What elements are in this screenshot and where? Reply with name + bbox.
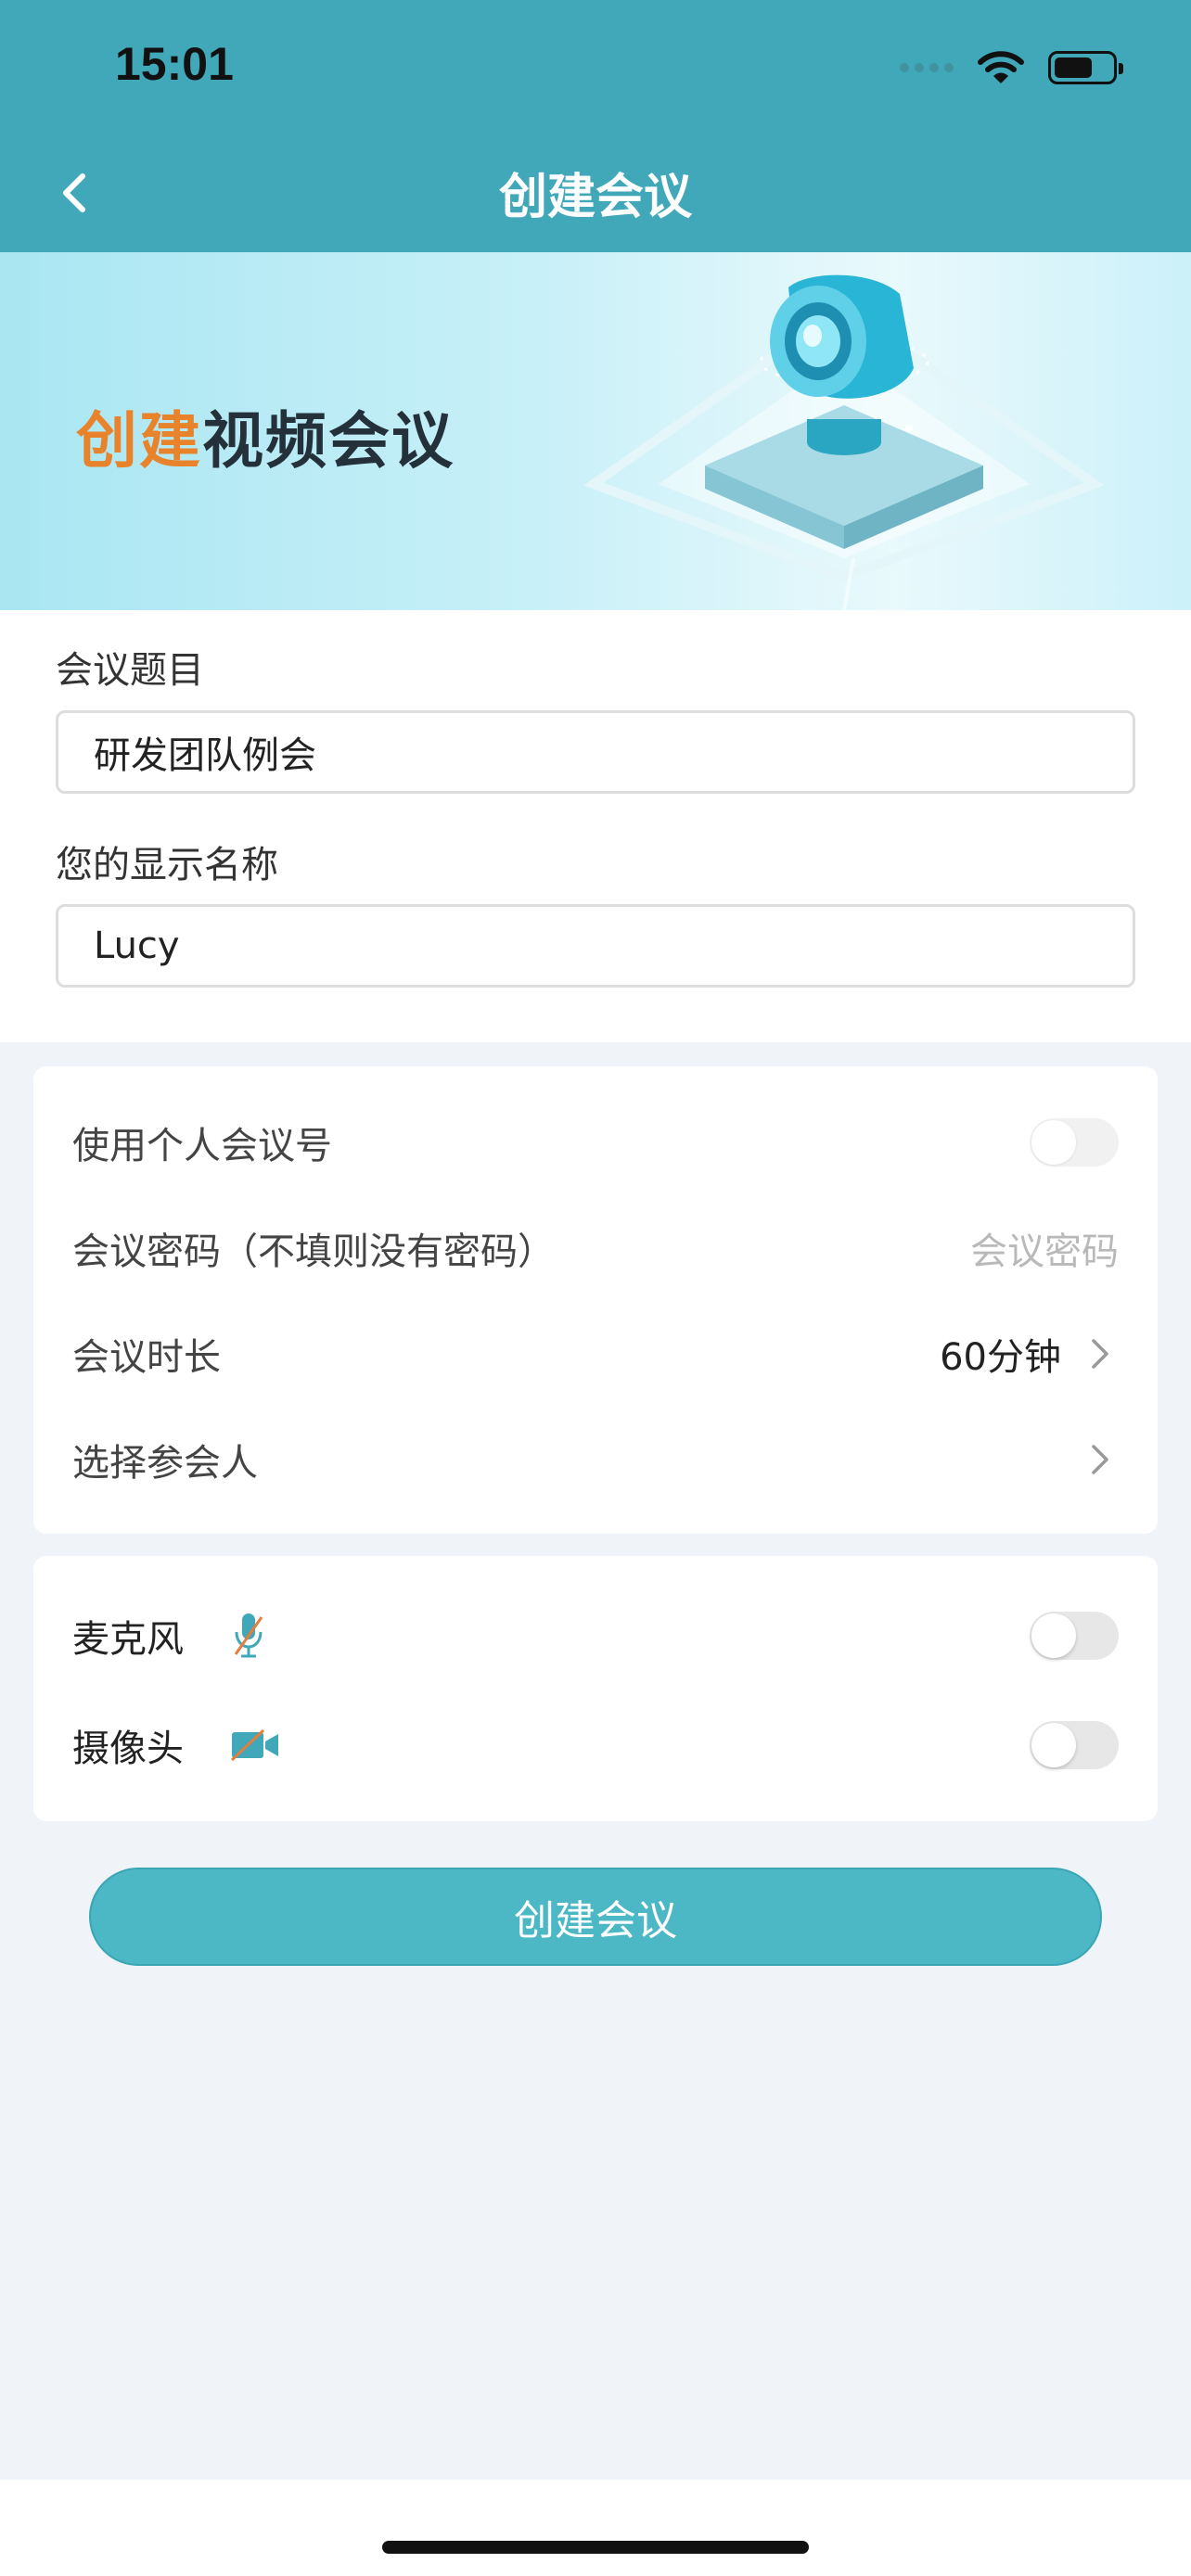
camera-toggle[interactable] bbox=[1030, 1721, 1119, 1769]
password-input[interactable]: 会议密码 bbox=[970, 1221, 1119, 1275]
webcam-illustration bbox=[583, 274, 1105, 610]
display-name-input-value: Lucy bbox=[94, 925, 180, 967]
home-indicator[interactable] bbox=[382, 2541, 809, 2554]
personal-id-toggle[interactable] bbox=[1030, 1118, 1119, 1167]
page-title: 创建会议 bbox=[498, 170, 692, 225]
microphone-off-icon bbox=[234, 1613, 263, 1658]
participants-row[interactable]: 选择参会人 bbox=[72, 1422, 1119, 1497]
battery-icon bbox=[1048, 51, 1123, 84]
banner-title-accent: 创建 bbox=[76, 405, 202, 477]
microphone-toggle[interactable] bbox=[1030, 1612, 1119, 1660]
status-time: 15:01 bbox=[115, 38, 234, 90]
app-header: 15:01 创建会议 bbox=[0, 0, 1191, 252]
microphone-label: 麦克风 bbox=[72, 1618, 184, 1661]
chevron-right-icon bbox=[1082, 1335, 1119, 1372]
microphone-row: 麦克风 bbox=[72, 1599, 1119, 1673]
password-label: 会议密码（不填则没有密码） bbox=[72, 1231, 555, 1273]
chevron-right-icon bbox=[1082, 1441, 1119, 1478]
camera-off-icon bbox=[230, 1728, 278, 1762]
display-name-input[interactable]: Lucy bbox=[56, 904, 1135, 988]
home-indicator-area bbox=[0, 2480, 1191, 2576]
display-name-label: 您的显示名称 bbox=[56, 844, 278, 886]
personal-id-label: 使用个人会议号 bbox=[72, 1125, 332, 1167]
participants-label: 选择参会人 bbox=[72, 1442, 258, 1485]
wifi-icon bbox=[978, 51, 1024, 83]
topic-input-value: 研发团队例会 bbox=[94, 734, 316, 777]
topic-label: 会议题目 bbox=[56, 649, 204, 692]
personal-id-row: 使用个人会议号 bbox=[72, 1105, 1119, 1180]
banner: 创建视频会议 bbox=[0, 252, 1191, 610]
cellular-signal-icon bbox=[900, 63, 954, 72]
duration-row[interactable]: 会议时长 60分钟 bbox=[72, 1317, 1119, 1391]
meeting-form: 会议题目 研发团队例会 您的显示名称 Lucy bbox=[0, 610, 1191, 1042]
camera-label: 摄像头 bbox=[72, 1728, 184, 1770]
banner-title: 创建视频会议 bbox=[76, 391, 455, 480]
duration-value: 60分钟 bbox=[940, 1336, 1061, 1379]
device-settings-card: 麦克风 摄像头 bbox=[33, 1556, 1158, 1821]
status-icons bbox=[900, 45, 1123, 91]
camera-row: 摄像头 bbox=[72, 1708, 1119, 1782]
banner-title-rest: 视频会议 bbox=[202, 405, 455, 477]
meeting-settings-card: 使用个人会议号 会议密码（不填则没有密码） 会议密码 会议时长 60分钟 选择参… bbox=[33, 1066, 1158, 1534]
create-meeting-button[interactable]: 创建会议 bbox=[89, 1868, 1102, 1966]
password-row: 会议密码（不填则没有密码） 会议密码 bbox=[72, 1211, 1119, 1285]
topic-input[interactable]: 研发团队例会 bbox=[56, 710, 1135, 794]
duration-label: 会议时长 bbox=[72, 1336, 221, 1379]
